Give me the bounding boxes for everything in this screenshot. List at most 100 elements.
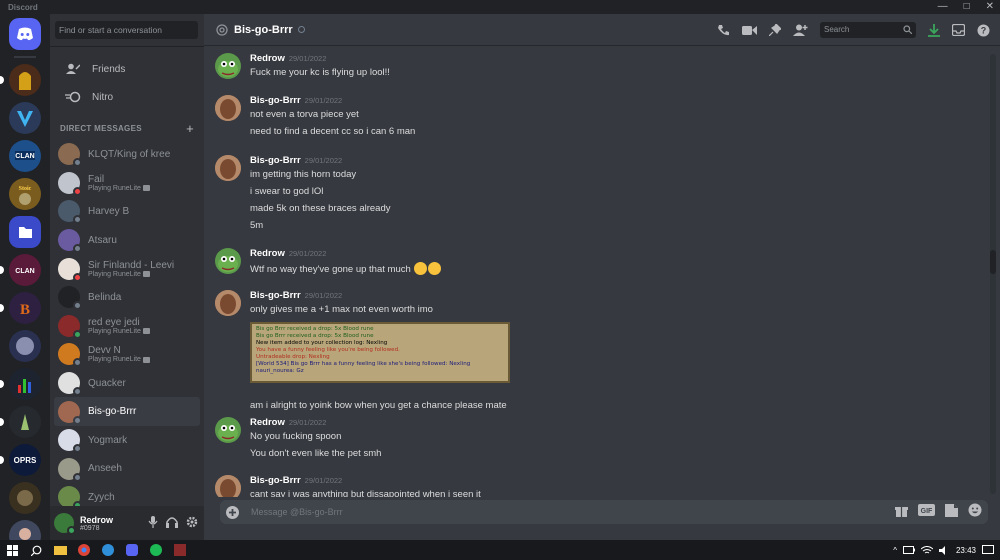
message-avatar[interactable] (215, 248, 241, 274)
spotify-icon[interactable] (144, 540, 168, 560)
message-input[interactable]: Message @Bis-go-Brrr (251, 507, 343, 517)
channel-name: Bis-go-Brrr (234, 23, 293, 36)
server-icon-b[interactable]: B (0, 292, 41, 324)
message-author[interactable]: Bis-go-Brrr (250, 155, 301, 166)
volume-icon[interactable] (938, 545, 950, 555)
gif-icon[interactable]: GIF (918, 504, 935, 516)
username: Redrow (80, 514, 114, 525)
gift-icon[interactable] (895, 504, 908, 517)
dm-name: Harvey B (88, 205, 130, 217)
microphone-icon[interactable] (148, 516, 158, 528)
sidebar-item-friends[interactable]: Friends (54, 55, 200, 83)
search-taskbar-icon[interactable] (24, 540, 48, 560)
message-author[interactable]: Redrow (250, 53, 285, 64)
message-timestamp: 29/01/2022 (288, 54, 327, 63)
edge-icon[interactable] (96, 540, 120, 560)
activity-text: Playing RuneLite (88, 184, 141, 192)
file-explorer-icon[interactable] (48, 540, 72, 560)
add-friend-icon[interactable] (793, 24, 808, 36)
dm-name: Belinda (88, 291, 122, 303)
server-icon-warrior[interactable] (0, 406, 41, 438)
pin-icon[interactable] (769, 24, 781, 36)
server-icon-v[interactable] (9, 102, 41, 134)
wifi-icon[interactable] (920, 545, 933, 555)
message-author[interactable]: Bis-go-Brrr (250, 475, 301, 486)
chrome-icon[interactable] (72, 540, 96, 560)
message-avatar[interactable] (215, 53, 241, 79)
dm-item-anseeh[interactable]: Anseeh (54, 455, 200, 484)
message-avatar[interactable] (215, 417, 241, 443)
message-avatar[interactable] (215, 475, 241, 497)
dm-item-quacker[interactable]: Quacker (54, 369, 200, 398)
message-text: No you fucking spoon (250, 431, 342, 442)
dm-item-red-eye-jedi[interactable]: red eye jedi Playing RuneLite (54, 312, 200, 341)
notifications-icon[interactable] (982, 545, 994, 555)
download-icon[interactable] (928, 23, 940, 37)
scrollbar-track[interactable] (990, 54, 996, 494)
dm-item-harvey[interactable]: Harvey B (54, 197, 200, 226)
server-divider (14, 56, 36, 58)
server-icon-oprs[interactable]: OPRS (0, 444, 41, 476)
sticker-icon[interactable] (945, 503, 958, 517)
dm-item-fail[interactable]: Fail Playing RuneLite (54, 169, 200, 198)
chevron-up-icon[interactable]: ^ (893, 546, 897, 555)
discord-taskbar-icon[interactable] (120, 540, 144, 560)
find-conversation-button[interactable]: Find or start a conversation (55, 21, 198, 39)
game-icon (142, 328, 150, 335)
app-taskbar-icon[interactable] (168, 540, 192, 560)
scrollbar-thumb[interactable] (990, 250, 996, 274)
dm-item-devv-n[interactable]: Devv N Playing RuneLite (54, 340, 200, 369)
server-icon-clan-2[interactable]: CLAN (0, 254, 41, 286)
message-author[interactable]: Redrow (250, 417, 285, 428)
server-icon-bear[interactable] (9, 482, 41, 514)
dm-item-klqt[interactable]: KLQT/King of kree (54, 140, 200, 169)
system-tray: ^ 23:43 (893, 540, 994, 560)
minimize-icon[interactable]: — (938, 0, 948, 14)
create-dm-icon[interactable]: + (186, 121, 194, 136)
message-header: Redrow 29/01/2022 (250, 53, 326, 64)
server-icon-character[interactable] (9, 520, 41, 540)
server-icon-clan-1[interactable]: CLAN (9, 140, 41, 172)
maximize-icon[interactable]: □ (964, 0, 970, 14)
dm-item-bis-go-brrr[interactable]: Bis-go-Brrr (54, 397, 200, 426)
message-composer[interactable]: Message @Bis-go-Brrr GIF (220, 500, 988, 524)
message-author[interactable]: Redrow (250, 248, 285, 259)
voice-call-icon[interactable] (717, 24, 730, 37)
message-timestamp: 29/01/2022 (304, 96, 343, 105)
dm-item-atsaru[interactable]: Atsaru (54, 226, 200, 255)
sidebar-item-nitro[interactable]: Nitro (54, 83, 200, 111)
headphones-icon[interactable] (166, 516, 178, 528)
search-input[interactable]: Search (820, 22, 916, 38)
chatbox-line: Bis go Brrr received a drop: 5x Blood ru… (256, 333, 374, 339)
server-icon-stats[interactable] (0, 368, 41, 400)
server-folder[interactable] (9, 216, 41, 248)
clock[interactable]: 23:43 (956, 546, 976, 555)
message-author[interactable]: Bis-go-Brrr (250, 290, 301, 301)
server-icon-stoic[interactable]: Stoic (9, 178, 41, 210)
close-icon[interactable]: ✕ (986, 0, 994, 14)
message-text: You don't even like the pet smh (250, 448, 382, 459)
start-button[interactable] (0, 540, 24, 560)
inbox-icon[interactable] (952, 24, 965, 36)
dm-item-belinda[interactable]: Belinda (54, 283, 200, 312)
server-icon-knight[interactable] (9, 330, 41, 362)
help-icon[interactable]: ? (977, 24, 990, 37)
message-text: only gives me a +1 max not even worth im… (250, 304, 433, 315)
dm-item-sir-finlandd[interactable]: Sir Finlandd - Leevi Playing RuneLite (54, 254, 200, 283)
battery-icon[interactable] (902, 546, 915, 554)
user-avatar[interactable] (54, 513, 76, 535)
home-button[interactable] (9, 18, 41, 50)
video-call-icon[interactable] (742, 25, 757, 36)
message-avatar[interactable] (215, 290, 241, 316)
message-avatar[interactable] (215, 95, 241, 121)
message-avatar[interactable] (215, 155, 241, 181)
message-author[interactable]: Bis-go-Brrr (250, 95, 301, 106)
dm-item-yogmark[interactable]: Yogmark (54, 426, 200, 455)
image-attachment[interactable]: Bis go Brrr received a drop: 5x Blood ru… (250, 322, 510, 383)
settings-gear-icon[interactable] (186, 516, 198, 528)
chatbox-line: Bis go Brrr received a drop: 5x Blood ru… (256, 326, 374, 332)
emoji-icon[interactable] (968, 503, 982, 517)
message-header: Redrow 29/01/2022 (250, 248, 326, 259)
server-icon-spartan[interactable] (0, 64, 41, 96)
upload-plus-icon[interactable] (226, 505, 239, 519)
